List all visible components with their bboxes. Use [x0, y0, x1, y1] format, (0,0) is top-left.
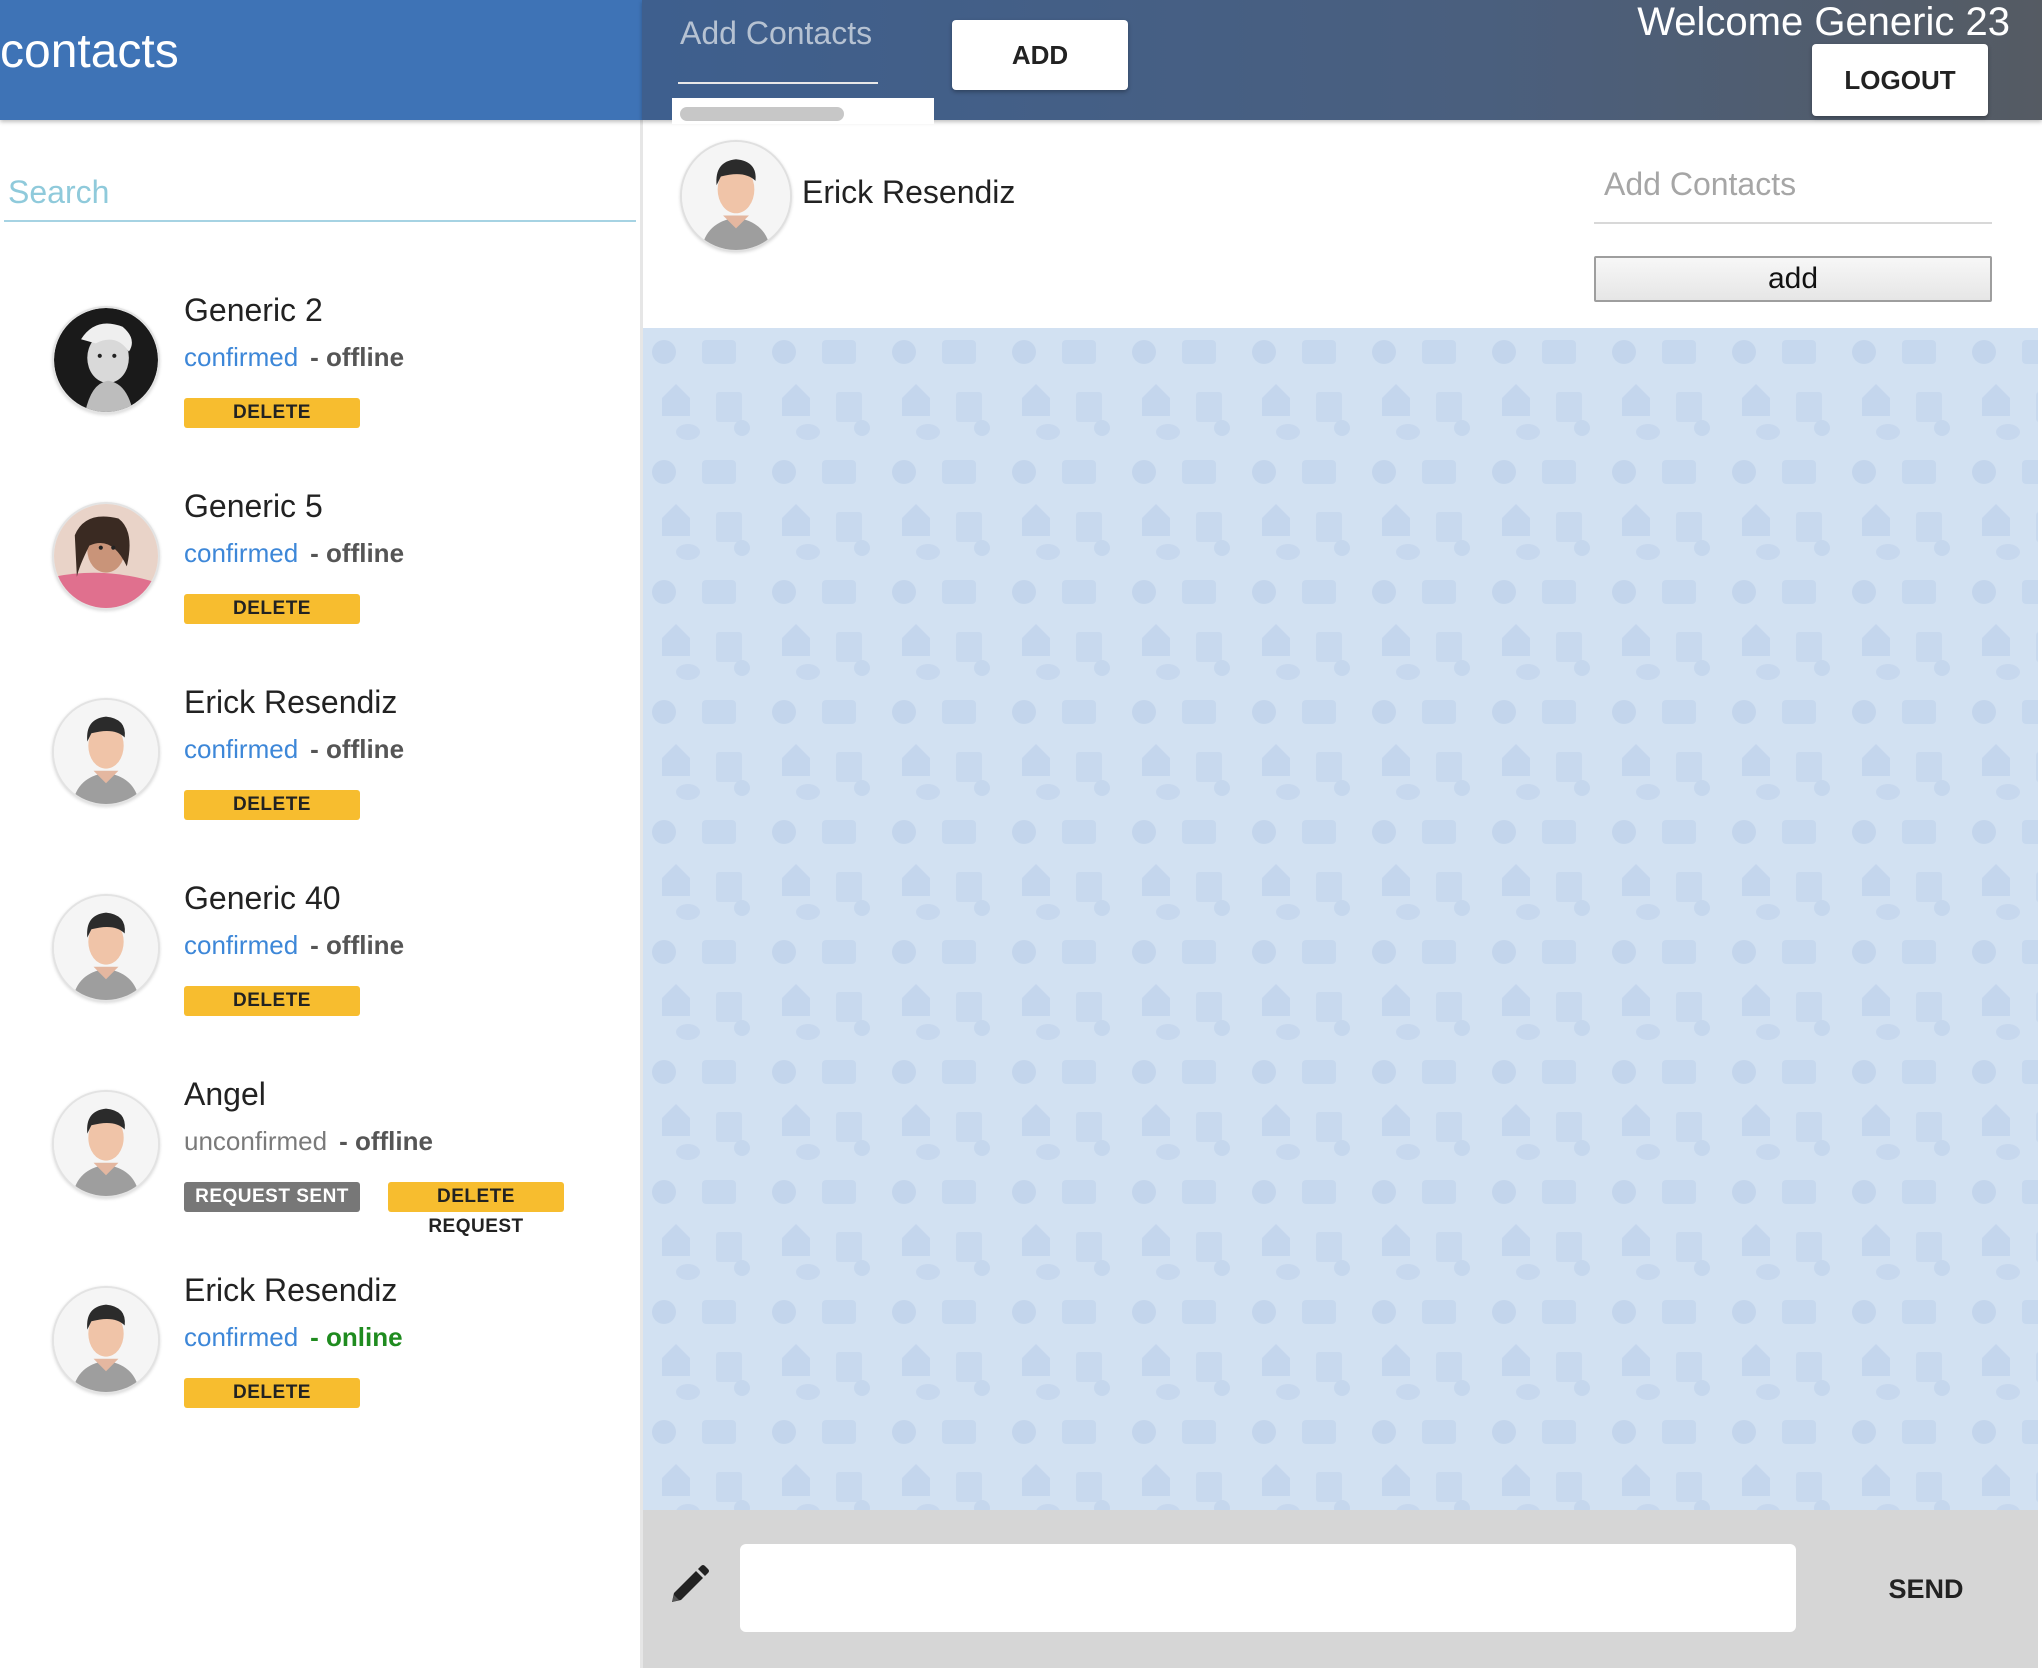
confirmation-status: confirmed	[184, 1322, 299, 1352]
user-avatar-icon	[680, 140, 792, 252]
presence-status: - online	[310, 1322, 403, 1352]
user-avatar-icon	[52, 1286, 160, 1394]
user-avatar-icon	[52, 698, 160, 806]
contacts-panel: Generic 2 confirmed - offline DELETE Gene…	[0, 120, 644, 1668]
message-area	[642, 328, 2038, 1510]
message-composer: SEND	[642, 1510, 2038, 1668]
delete-request-button[interactable]: DELETE REQUEST	[388, 1182, 564, 1237]
contact-name: Generic 2	[184, 292, 323, 328]
chat-background-pattern	[642, 328, 2038, 1510]
contact-item[interactable]: Angel unconfirmed - offline REQUEST SENT …	[0, 1076, 640, 1237]
add-contacts-input[interactable]	[678, 0, 882, 66]
chat-add-button[interactable]: add	[1594, 256, 1992, 302]
welcome-text: Welcome Generic 23	[1637, 0, 2010, 44]
panel-divider	[640, 0, 643, 1668]
presence-status: - offline	[310, 930, 405, 960]
presence-status: - offline	[310, 342, 405, 372]
delete-button[interactable]: DELETE	[184, 1378, 360, 1408]
add-contacts-field	[678, 0, 882, 84]
contact-item[interactable]: Erick Resendiz confirmed - offline DELETE	[0, 684, 640, 844]
sidebar-header: contacts	[0, 0, 642, 120]
autocomplete-dropdown[interactable]	[672, 98, 934, 124]
contact-name: Erick Resendiz	[184, 1272, 398, 1308]
search-input[interactable]	[4, 168, 644, 216]
contact-status: confirmed - offline	[184, 930, 404, 961]
dropdown-scrollbar[interactable]	[680, 107, 844, 121]
contact-status: confirmed - online	[184, 1322, 403, 1353]
presence-status: - offline	[310, 734, 405, 764]
search-field	[4, 168, 644, 222]
contact-item[interactable]: Generic 5 confirmed - offline DELETE	[0, 488, 640, 648]
pencil-icon	[664, 1562, 712, 1610]
presence-status: - offline	[339, 1126, 433, 1156]
delete-button[interactable]: DELETE	[184, 790, 360, 820]
contact-item[interactable]: Generic 40 confirmed - offline DELETE	[0, 880, 640, 1040]
send-button[interactable]: SEND	[1860, 1562, 1992, 1616]
presence-status: - offline	[310, 538, 405, 568]
message-input[interactable]	[740, 1544, 1796, 1632]
add-button[interactable]: ADD	[952, 20, 1128, 90]
contact-name: Angel	[184, 1076, 266, 1112]
contact-item[interactable]: Generic 2 confirmed - offline DELETE	[0, 292, 640, 452]
delete-button[interactable]: DELETE	[184, 986, 360, 1016]
contact-avatar	[52, 502, 160, 610]
chat-header: Erick Resendiz add	[642, 120, 2038, 328]
user-avatar-icon	[52, 894, 160, 1002]
logout-button[interactable]: LOGOUT	[1812, 44, 1988, 116]
contact-status: unconfirmed - offline	[184, 1126, 433, 1157]
contact-status: confirmed - offline	[184, 538, 404, 569]
sidebar-title: contacts	[0, 25, 179, 78]
user-avatar-icon	[52, 1090, 160, 1198]
contact-avatar	[52, 306, 160, 414]
contact-item[interactable]: Erick Resendiz confirmed - online DELETE	[0, 1272, 640, 1432]
contact-status: confirmed - offline	[184, 734, 404, 765]
confirmation-status: confirmed	[184, 342, 299, 372]
confirmation-status: confirmed	[184, 538, 299, 568]
delete-button[interactable]: DELETE	[184, 398, 360, 428]
delete-button[interactable]: DELETE	[184, 594, 360, 624]
chat-add-contacts-input[interactable]	[1594, 154, 2012, 214]
confirmation-status: confirmed	[184, 930, 299, 960]
contact-status: confirmed - offline	[184, 342, 404, 373]
request-sent-badge[interactable]: REQUEST SENT	[184, 1182, 360, 1212]
contact-name: Generic 40	[184, 880, 341, 916]
chat-add-contacts-field	[1594, 154, 2012, 224]
contact-name: Erick Resendiz	[184, 684, 398, 720]
confirmation-status: unconfirmed	[184, 1126, 328, 1156]
contact-name: Generic 5	[184, 488, 323, 524]
chat-contact-name: Erick Resendiz	[802, 174, 1016, 210]
confirmation-status: confirmed	[184, 734, 299, 764]
